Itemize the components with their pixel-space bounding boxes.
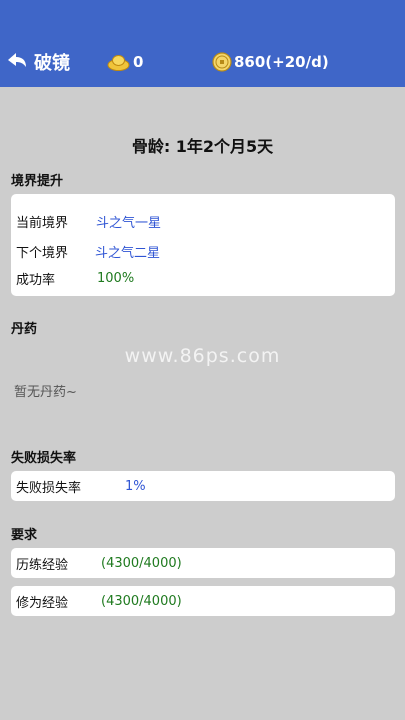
- coin-value: 860(+20/d): [234, 53, 329, 71]
- watermark: www.86ps.com: [124, 345, 281, 367]
- requirement-row: 历练经验 (4300/4000): [11, 553, 395, 573]
- row-label: 历练经验: [16, 557, 69, 573]
- row-label: 失败损失率: [16, 480, 82, 496]
- row-value: 斗之气二星: [95, 245, 161, 261]
- back-button[interactable]: 破镜: [6, 49, 70, 75]
- coin-icon: [212, 52, 232, 72]
- realm-section-title: 境界提升: [11, 174, 64, 189]
- coin-counter: 860(+20/d): [212, 52, 329, 72]
- row-value: 100%: [97, 270, 135, 286]
- pills-empty-text: 暂无丹药~: [14, 385, 77, 400]
- requirements-section-title: 要求: [11, 528, 38, 543]
- gold-ingot-icon: [107, 52, 130, 72]
- realm-card: 当前境界 斗之气一星 下个境界 斗之气二星 成功率 100%: [11, 194, 395, 296]
- row-label: 下个境界: [16, 245, 69, 261]
- requirement-card-experience: 历练经验 (4300/4000): [11, 548, 395, 578]
- bone-age-text: 骨龄: 1年2个月5天: [131, 137, 274, 156]
- row-value: 斗之气一星: [96, 215, 162, 231]
- gold-value: 0: [133, 53, 144, 71]
- row-label: 成功率: [16, 272, 56, 288]
- row-label: 当前境界: [16, 215, 69, 231]
- back-label: 破镜: [34, 53, 70, 74]
- realm-row-current: 当前境界 斗之气一星: [11, 211, 395, 231]
- gold-counter: 0: [107, 52, 143, 72]
- top-bar: 破镜 0 860(+20/d): [0, 0, 405, 87]
- row-value: (4300/4000): [101, 593, 182, 609]
- pills-section-title: 丹药: [11, 322, 38, 337]
- failure-row: 失败损失率 1%: [11, 476, 395, 496]
- row-value: 1%: [125, 478, 146, 494]
- back-arrow-icon: [6, 51, 28, 73]
- row-value: (4300/4000): [101, 555, 182, 571]
- requirement-card-cultivation: 修为经验 (4300/4000): [11, 586, 395, 616]
- failure-section-title: 失败损失率: [11, 451, 77, 466]
- realm-row-success: 成功率 100%: [11, 268, 395, 288]
- main-content: 骨龄: 1年2个月5天 境界提升 当前境界 斗之气一星 下个境界 斗之气二星 成…: [0, 87, 405, 720]
- requirement-row: 修为经验 (4300/4000): [11, 591, 395, 611]
- realm-row-next: 下个境界 斗之气二星: [11, 241, 395, 261]
- failure-card: 失败损失率 1%: [11, 471, 395, 501]
- row-label: 修为经验: [16, 595, 69, 611]
